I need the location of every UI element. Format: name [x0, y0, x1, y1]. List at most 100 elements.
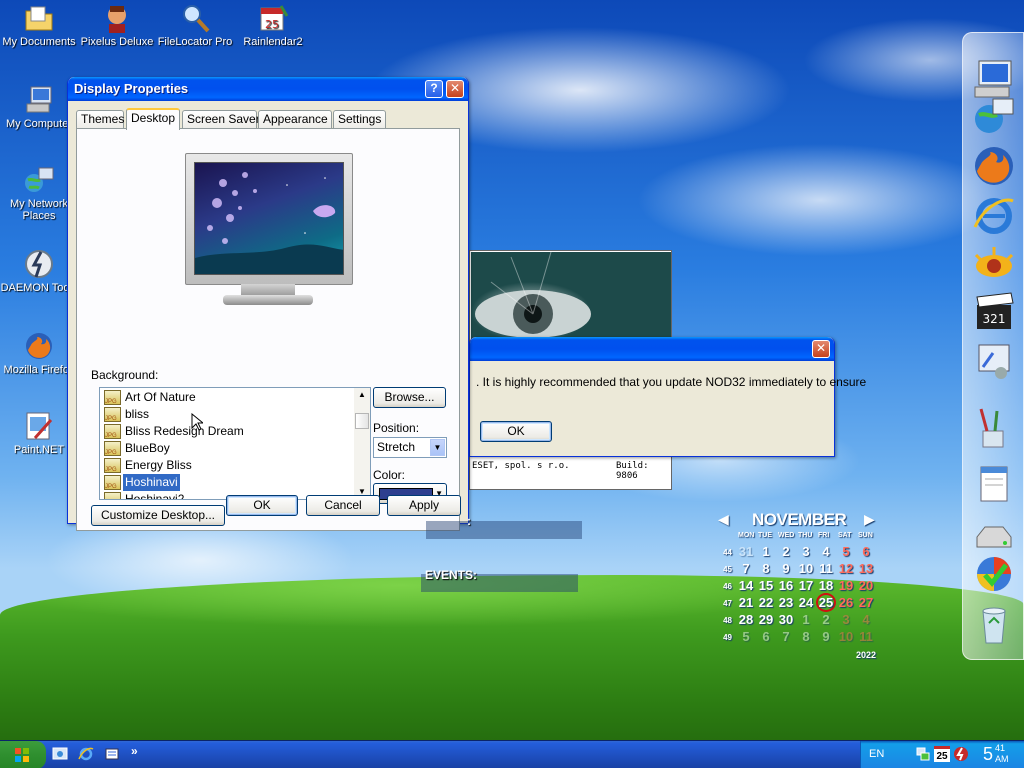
calendar-day[interactable]: 11 [856, 629, 876, 644]
background-listbox[interactable]: Art Of Nature bliss Bliss Redesign Dream… [99, 387, 371, 500]
calendar-day[interactable]: 17 [796, 578, 816, 593]
calendar-day[interactable]: 21 [736, 595, 756, 610]
firefox-dock-icon[interactable] [971, 143, 1017, 189]
calendar-day[interactable]: 2 [776, 544, 796, 559]
background-scrollbar[interactable]: ▲ ▼ [354, 388, 370, 499]
nod32-ok-button[interactable]: OK [480, 421, 552, 442]
calendar-day[interactable]: 7 [776, 629, 796, 644]
filelocator-pro-icon[interactable]: FileLocator Pro [156, 2, 234, 48]
prev-month-icon[interactable]: ◀ [718, 511, 729, 528]
calendar-day[interactable]: 10 [836, 629, 856, 644]
show-desktop-icon[interactable] [52, 746, 68, 762]
calendar-day[interactable]: 9 [776, 561, 796, 576]
calendar-day[interactable]: 3 [836, 612, 856, 627]
calendar-day[interactable]: 31 [736, 544, 756, 559]
ok-button[interactable]: OK [226, 495, 298, 516]
calendar-day[interactable]: 13 [856, 561, 876, 576]
real-player-eye-dock-icon[interactable] [971, 241, 1017, 287]
calendar-day[interactable]: 11 [816, 561, 836, 576]
calendar-day[interactable]: 15 [756, 578, 776, 593]
calendar-day[interactable]: 8 [756, 561, 776, 576]
quicklaunch-expand-icon[interactable]: » [131, 744, 138, 758]
help-button[interactable]: ? [425, 80, 443, 98]
calendar-day[interactable]: 6 [756, 629, 776, 644]
clock-hour[interactable]: 5 [983, 744, 993, 765]
calendar-day[interactable]: 19 [836, 578, 856, 593]
close-button[interactable]: ✕ [446, 80, 464, 98]
media-player-clapper-dock-icon[interactable]: 321 [971, 289, 1017, 335]
calendar-day[interactable]: 9 [816, 629, 836, 644]
internet-explorer-dock-icon[interactable] [971, 193, 1017, 239]
calendar-day[interactable]: 24 [796, 595, 816, 610]
tab-appearance[interactable]: Appearance [258, 110, 332, 129]
calendar-week-number: 44 [723, 548, 732, 557]
calendar-day[interactable]: 1 [796, 612, 816, 627]
tab-themes[interactable]: Themes [76, 110, 124, 129]
tab-screen-saver[interactable]: Screen Saver [182, 110, 260, 129]
tab-desktop[interactable]: Desktop [126, 108, 180, 130]
calendar-day[interactable]: 23 [776, 595, 796, 610]
svg-text:321: 321 [983, 312, 1006, 326]
windows-update-dock-icon[interactable] [971, 551, 1017, 597]
language-indicator[interactable]: EN [869, 748, 884, 760]
calendar-day[interactable]: 5 [836, 544, 856, 559]
calendar-day[interactable]: 7 [736, 561, 756, 576]
paint-brushes-dock-icon[interactable] [971, 405, 1017, 451]
calendar-day[interactable]: 8 [796, 629, 816, 644]
calendar-day[interactable]: 30 [776, 612, 796, 627]
browse-button[interactable]: Browse... [373, 387, 446, 408]
network-tray-icon[interactable] [915, 746, 931, 762]
calendar-day[interactable]: 12 [836, 561, 856, 576]
calendar-month: NOVEMBER [752, 510, 847, 529]
chevron-down-icon[interactable]: ▼ [430, 439, 445, 456]
network-dock-icon[interactable] [971, 93, 1017, 139]
control-panel-dock-icon[interactable] [971, 339, 1017, 385]
tab-settings[interactable]: Settings [333, 110, 386, 129]
calendar-day[interactable]: 5 [736, 629, 756, 644]
calendar-day-today[interactable]: 25 [816, 593, 836, 612]
calendar-day[interactable]: 27 [856, 595, 876, 610]
events-label: EVENTS: [425, 568, 478, 582]
cancel-button[interactable]: Cancel [306, 495, 380, 516]
calendar-week-number: 46 [723, 582, 732, 591]
position-label: Position: [373, 421, 420, 435]
position-value: Stretch [377, 440, 416, 454]
my-documents-icon[interactable]: My Documents [0, 2, 78, 48]
calendar-day[interactable]: 10 [796, 561, 816, 576]
clock-minute: 41 [995, 743, 1006, 753]
recycle-bin-dock-icon[interactable] [971, 601, 1017, 647]
calendar-day[interactable]: 16 [776, 578, 796, 593]
scroll-up-arrow-icon[interactable]: ▲ [354, 388, 370, 402]
notepad-dock-icon[interactable] [971, 461, 1017, 507]
calendar-day[interactable]: 4 [856, 612, 876, 627]
next-month-icon[interactable]: ▶ [864, 511, 875, 528]
calendar-day[interactable]: 29 [756, 612, 776, 627]
calendar-day[interactable]: 6 [856, 544, 876, 559]
start-button[interactable] [0, 741, 46, 768]
jpg-file-icon [104, 407, 121, 428]
nod32-close-button[interactable]: ✕ [812, 340, 830, 358]
calendar-day[interactable]: 20 [856, 578, 876, 593]
nod32-message: . It is highly recommended that you upda… [476, 375, 867, 389]
calendar-day[interactable]: 1 [756, 544, 776, 559]
customize-desktop-button[interactable]: Customize Desktop... [91, 505, 225, 526]
internet-explorer-quicklaunch-icon[interactable] [78, 746, 94, 762]
calendar-day[interactable]: 18 [816, 578, 836, 593]
quicklaunch-app-icon[interactable] [104, 746, 120, 762]
calendar-day[interactable]: 3 [796, 544, 816, 559]
scroll-thumb[interactable] [355, 413, 369, 429]
calendar-day[interactable]: 14 [736, 578, 756, 593]
calendar-day[interactable]: 4 [816, 544, 836, 559]
apply-button[interactable]: Apply [387, 495, 461, 516]
calendar-day[interactable]: 2 [816, 612, 836, 627]
rainlendar-tray-icon[interactable]: 25 [934, 746, 950, 762]
pixelus-deluxe-icon[interactable]: Pixelus Deluxe [78, 2, 156, 48]
calendar-day[interactable]: 26 [836, 595, 856, 610]
position-select[interactable]: Stretch ▼ [373, 437, 447, 458]
jpg-file-icon [104, 441, 121, 462]
calendar-day[interactable]: 22 [756, 595, 776, 610]
background-label: Background: [91, 368, 159, 382]
calendar-day[interactable]: 28 [736, 612, 756, 627]
nod32-tray-icon[interactable] [953, 746, 969, 762]
rainlendar-icon[interactable]: 25 Rainlendar2 [234, 2, 312, 48]
